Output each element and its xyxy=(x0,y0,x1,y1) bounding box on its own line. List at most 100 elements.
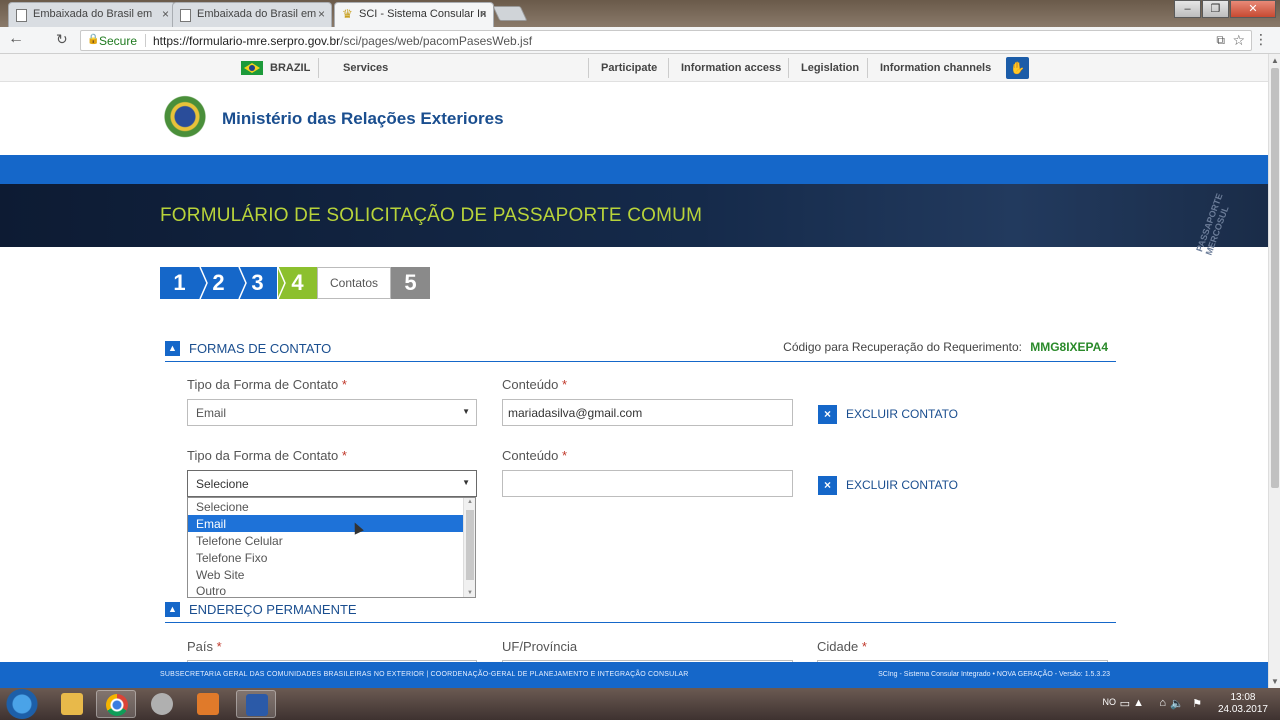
new-tab-button[interactable] xyxy=(492,6,528,21)
browser-tab-1[interactable]: Embaixada do Brasil em × xyxy=(8,2,176,27)
clock-time: 13:08 xyxy=(1230,692,1256,703)
gov-divider xyxy=(588,58,589,78)
step-current-label: Contatos xyxy=(317,267,391,299)
minimize-button[interactable]: – xyxy=(1174,0,1201,18)
dropdown-option-highlighted[interactable]: Email xyxy=(188,515,464,532)
delete-contact-button[interactable]: × EXCLUIR CONTATO xyxy=(818,476,958,495)
input-value: mariadasilva@gmail.com xyxy=(508,406,643,420)
tab-title: SCI - Sistema Consular In xyxy=(359,8,487,20)
window-controls: – ❐ ✕ xyxy=(1173,0,1276,18)
contact-content-input[interactable]: mariadasilva@gmail.com xyxy=(502,399,793,426)
dropdown-option[interactable]: Telefone Celular xyxy=(188,532,464,549)
accessibility-icon[interactable]: ✋ xyxy=(1006,57,1029,79)
address-section-header[interactable]: ▲ ENDEREÇO PERMANENTE xyxy=(165,601,1116,623)
gov-country-link[interactable]: BRAZIL xyxy=(270,62,310,74)
collapse-icon[interactable]: ▲ xyxy=(165,602,180,617)
page-scrollbar[interactable]: ▲ ▼ xyxy=(1268,54,1280,688)
footer-version: SCIng - Sistema Consular Integrado • NOV… xyxy=(878,671,1110,678)
taskbar-clock[interactable]: 13:08 24.03.2017 xyxy=(1218,692,1268,716)
dropdown-option[interactable]: Selecione xyxy=(188,498,464,515)
maximize-button[interactable]: ❐ xyxy=(1202,0,1229,18)
scroll-thumb[interactable] xyxy=(1271,68,1279,488)
translate-icon[interactable]: ⧉ xyxy=(1216,33,1225,48)
taskbar-app-tool[interactable] xyxy=(142,690,182,718)
select-value: Email xyxy=(196,406,227,420)
ministry-title[interactable]: Ministério das Relações Exteriores xyxy=(222,109,504,129)
gov-bar: BRAZIL Services Participate Information … xyxy=(0,54,1268,82)
contact-type-label-text: Tipo da Forma de Contato xyxy=(187,377,339,392)
contact-section-header[interactable]: ▲ FORMAS DE CONTATO Código para Recupera… xyxy=(165,340,1116,362)
close-icon: × xyxy=(818,405,837,424)
contact-content-label: Conteúdo * xyxy=(502,448,567,463)
taskbar-app-media[interactable] xyxy=(188,690,228,718)
contact-type-select[interactable]: Email ▼ xyxy=(187,399,477,426)
browser-tab-3[interactable]: ♛ SCI - Sistema Consular In × xyxy=(334,2,494,27)
taskbar-app-explorer[interactable] xyxy=(52,690,92,718)
url-text: https://formulario-mre.serpro.gov.br/sci… xyxy=(153,34,532,48)
scroll-up-icon[interactable]: ▲ xyxy=(1271,56,1279,65)
folder-icon xyxy=(61,693,83,715)
step-chevron-icon xyxy=(277,267,286,299)
back-icon[interactable]: ← xyxy=(8,30,24,48)
gov-link-information-access[interactable]: Information access xyxy=(681,62,781,74)
gov-services-link[interactable]: Services xyxy=(343,62,388,74)
contact-type-label: Tipo da Forma de Contato * xyxy=(187,448,347,463)
contact-content-input[interactable] xyxy=(502,470,793,497)
close-icon[interactable]: × xyxy=(318,7,325,21)
close-window-button[interactable]: ✕ xyxy=(1230,0,1276,18)
start-button[interactable] xyxy=(6,689,38,719)
dropdown-option[interactable]: Telefone Fixo xyxy=(188,549,464,566)
select-value: Selecione xyxy=(196,477,249,491)
gov-link-information-channels[interactable]: Information channels xyxy=(880,62,991,74)
step-chevron-icon xyxy=(199,267,208,299)
menu-icon[interactable]: ⋮ xyxy=(1254,31,1268,48)
action-center-flag-icon[interactable]: ⚑ xyxy=(1192,697,1202,710)
close-icon[interactable]: × xyxy=(162,7,169,21)
page-footer: SUBSECRETARIA GERAL DAS COMUNIDADES BRAS… xyxy=(0,662,1268,688)
recovery-label: Código para Recuperação do Requerimento: xyxy=(783,340,1022,354)
taskbar-app-chrome[interactable] xyxy=(96,690,136,718)
dropdown-scrollbar[interactable]: ▲ ▼ xyxy=(463,498,475,597)
browser-tabstrip: Embaixada do Brasil em × Embaixada do Br… xyxy=(0,0,1280,27)
show-hidden-icons-icon[interactable]: ▲ xyxy=(1133,697,1144,709)
required-mark: * xyxy=(216,639,222,654)
gov-divider xyxy=(788,58,789,78)
gov-link-participate[interactable]: Participate xyxy=(601,62,657,74)
taskbar-app-word[interactable] xyxy=(236,690,276,718)
contact-content-label-text: Conteúdo xyxy=(502,377,559,392)
contact-type-dropdown[interactable]: Selecione Email Telefone Celular Telefon… xyxy=(187,497,476,598)
language-indicator[interactable]: NO xyxy=(1103,697,1117,707)
scroll-down-icon[interactable]: ▼ xyxy=(1271,677,1279,686)
tab-title: Embaixada do Brasil em xyxy=(197,8,317,20)
required-mark: * xyxy=(341,377,347,392)
keyboard-icon[interactable]: ▭ xyxy=(1120,697,1130,710)
step-5[interactable]: 5 xyxy=(391,267,430,299)
step-1[interactable]: 1 xyxy=(160,267,199,299)
volume-icon[interactable]: 🔈 xyxy=(1170,697,1184,710)
scroll-up-icon[interactable]: ▲ xyxy=(467,499,473,505)
close-icon[interactable]: × xyxy=(480,7,487,21)
required-mark: * xyxy=(861,639,867,654)
required-mark: * xyxy=(562,377,568,392)
browser-tab-2[interactable]: Embaixada do Brasil em × xyxy=(172,2,332,27)
scroll-thumb[interactable] xyxy=(466,510,474,580)
city-label-text: Cidade xyxy=(817,639,859,654)
dropdown-option[interactable]: Outro xyxy=(188,582,464,599)
caret-down-icon: ▼ xyxy=(462,478,470,487)
contact-type-select[interactable]: Selecione ▼ xyxy=(187,470,477,497)
page-icon xyxy=(180,9,191,22)
gov-link-legislation[interactable]: Legislation xyxy=(801,62,859,74)
delete-contact-button[interactable]: × EXCLUIR CONTATO xyxy=(818,405,958,424)
dropdown-option[interactable]: Web Site xyxy=(188,566,464,583)
url-host: https://formulario-mre.serpro.gov.br xyxy=(153,34,341,48)
reload-icon[interactable]: ↻ xyxy=(56,31,68,48)
bookmark-star-icon[interactable]: ☆ xyxy=(1232,32,1245,49)
gov-divider xyxy=(668,58,669,78)
address-bar[interactable]: 🔒 Secure https://formulario-mre.serpro.g… xyxy=(80,30,1252,51)
collapse-icon[interactable]: ▲ xyxy=(165,341,180,356)
scroll-down-icon[interactable]: ▼ xyxy=(467,590,473,596)
section-title: ENDEREÇO PERMANENTE xyxy=(189,602,357,617)
network-icon[interactable]: ⌂ xyxy=(1159,697,1166,709)
coat-of-arms-icon xyxy=(162,95,208,143)
clock-date: 24.03.2017 xyxy=(1217,704,1268,715)
